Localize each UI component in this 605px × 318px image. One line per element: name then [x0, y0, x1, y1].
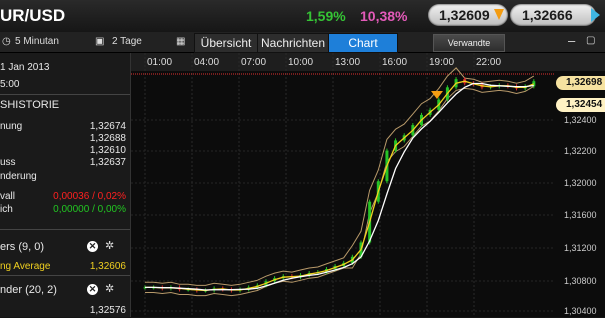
sidebar: 1 Jan 2013 5:00 SHISTORIE nung 1,32674 1,…: [0, 53, 131, 317]
gear-icon[interactable]: ✲: [105, 239, 114, 252]
x-tick-label: 22:00: [476, 57, 501, 68]
y-tick-label: 1,30400: [564, 306, 597, 316]
currency-pair: UR/USD: [0, 6, 66, 25]
x-tick-label: 19:00: [429, 57, 454, 68]
y-tick-label: 1,32400: [564, 115, 597, 125]
arrow-right-icon: [591, 8, 600, 22]
row-change-header: nderung: [0, 171, 37, 182]
arrow-down-icon: [494, 9, 504, 20]
bollinger-upper: [145, 67, 535, 286]
divider: [0, 94, 130, 95]
bid-button[interactable]: 1,32609: [428, 4, 508, 26]
x-tick-label: 07:00: [241, 57, 266, 68]
ask-button[interactable]: 1,32666: [510, 4, 600, 26]
x-tick-label: 01:00: [147, 57, 172, 68]
clock-icon: ◷: [2, 36, 11, 47]
section-title: SHISTORIE: [0, 99, 60, 111]
ask-price: 1,32666: [522, 7, 573, 23]
price-tag-upper: 1,32698: [556, 76, 605, 90]
top-bar: UR/USD 1,59% 10,38% 1,32609 1,32666: [0, 0, 605, 32]
minimize-icon[interactable]: –: [568, 33, 575, 48]
row-close: uss 1,32637: [0, 157, 126, 168]
tab-chart[interactable]: Chart: [328, 33, 398, 53]
row-change-neutral: ich 0,00000 / 0,00%: [0, 204, 126, 215]
bollinger-lower: [145, 85, 535, 297]
price-tag-lower: 1,32454: [556, 98, 605, 112]
divider: [0, 275, 130, 276]
chart-toolbar: ◷ 5 Minutan ▣ 2 Tage ▦ Übersicht Nachric…: [0, 32, 605, 53]
interval-select[interactable]: 5 Minutan: [15, 36, 59, 47]
x-tick-label: 10:00: [288, 57, 313, 68]
y-tick-label: 1,32000: [564, 178, 597, 188]
range-select[interactable]: 2 Tage: [112, 36, 142, 47]
remove-indicator-icon[interactable]: ✕: [87, 284, 98, 295]
row-change-negative: vall 0,00036 / 0,02%: [0, 191, 126, 202]
x-tick-label: 16:00: [382, 57, 407, 68]
price-chart[interactable]: 01:00 04:00 07:00 10:00 13:00 16:00 19:00 22:00…: [131, 53, 605, 317]
y-tick-label: 1,31200: [564, 243, 597, 253]
related-button[interactable]: Verwandte: [433, 34, 505, 52]
change-percent: 1,59%: [306, 8, 346, 24]
chart-canvas: 01:00 04:00 07:00 10:00 13:00 16:00 19:00 22:00…: [131, 53, 605, 317]
remove-indicator-icon[interactable]: ✕: [87, 241, 98, 252]
window-icon[interactable]: ▢: [586, 35, 595, 46]
lock-icon: ▣: [95, 36, 105, 47]
bid-price: 1,32609: [439, 7, 490, 23]
date-label: 1 Jan 2013: [0, 62, 50, 73]
tab-news[interactable]: Nachrichten: [257, 33, 329, 53]
change-percent-alt: 10,38%: [360, 8, 408, 24]
gear-icon[interactable]: ✲: [105, 282, 114, 295]
time-label: 5:00: [0, 79, 20, 90]
tab-overview[interactable]: Übersicht: [194, 33, 258, 53]
y-tick-label: 1,31600: [564, 210, 597, 220]
y-tick-label: 1,32200: [564, 146, 597, 156]
indicator1-row: ng Average 1,32606: [0, 261, 126, 272]
indicator2-row: 1,32576: [89, 305, 126, 316]
y-tick-label: 1,30800: [564, 276, 597, 286]
divider: [0, 229, 130, 230]
x-tick-label: 04:00: [194, 57, 219, 68]
calendar-icon[interactable]: ▦: [176, 36, 185, 47]
x-tick-label: 13:00: [335, 57, 360, 68]
